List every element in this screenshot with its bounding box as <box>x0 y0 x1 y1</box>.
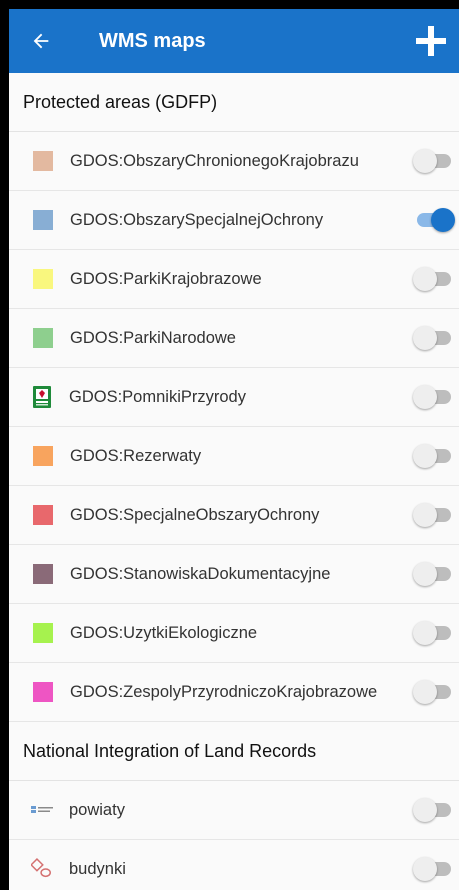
layer-toggle[interactable] <box>413 149 455 173</box>
plus-icon <box>416 26 446 56</box>
screen: WMS maps Protected areas (GDFP) GDOS:Obsz… <box>9 9 459 890</box>
layer-toggle[interactable] <box>413 208 455 232</box>
toggle-knob <box>413 503 437 527</box>
layer-toggle[interactable] <box>413 562 455 586</box>
toggle-knob <box>413 267 437 291</box>
layer-toggle[interactable] <box>413 267 455 291</box>
section-header: National Integration of Land Records <box>9 722 459 781</box>
layer-toggle[interactable] <box>413 503 455 527</box>
app-bar: WMS maps <box>9 9 459 73</box>
layer-row[interactable]: GDOS:UzytkiEkologiczne <box>9 604 459 663</box>
toggle-knob <box>413 326 437 350</box>
layer-color-swatch <box>33 269 53 289</box>
layer-toggle[interactable] <box>413 444 455 468</box>
section-header: Protected areas (GDFP) <box>9 73 459 132</box>
toggle-knob <box>413 562 437 586</box>
layer-row[interactable]: GDOS:ObszaryChronionegoKrajobrazu <box>9 132 459 191</box>
layer-label: GDOS:Rezerwaty <box>70 446 202 465</box>
layer-toggle[interactable] <box>413 385 455 409</box>
layer-label: GDOS:ParkiNarodowe <box>70 328 236 347</box>
layer-color-swatch <box>33 210 53 230</box>
layer-row[interactable]: budynki <box>9 840 459 890</box>
toggle-knob <box>413 680 437 704</box>
layer-toggle[interactable] <box>413 326 455 350</box>
powiaty-logo-icon <box>31 799 53 821</box>
layer-label: GDOS:SpecjalneObszaryOchrony <box>70 505 320 524</box>
layer-label: powiaty <box>69 800 125 819</box>
page-title: WMS maps <box>99 29 206 52</box>
layer-toggle[interactable] <box>413 798 455 822</box>
layer-row[interactable]: GDOS:ZespolyPrzyrodniczoKrajobrazowe <box>9 663 459 722</box>
toggle-knob <box>413 798 437 822</box>
layer-color-swatch <box>33 151 53 171</box>
toggle-knob <box>413 621 437 645</box>
layer-toggle[interactable] <box>413 680 455 704</box>
back-button[interactable] <box>9 9 73 73</box>
layer-list: Protected areas (GDFP) GDOS:ObszaryChroni… <box>9 73 459 890</box>
layer-label: budynki <box>69 859 126 878</box>
layer-label: GDOS:ObszaryChronionegoKrajobrazu <box>70 151 359 170</box>
layer-row[interactable]: GDOS:Rezerwaty <box>9 427 459 486</box>
layer-label: GDOS:UzytkiEkologiczne <box>70 623 258 642</box>
back-arrow-icon <box>33 33 49 49</box>
layer-row[interactable]: GDOS:ObszarySpecjalnejOchrony <box>9 191 459 250</box>
toggle-knob <box>431 208 455 232</box>
layer-color-swatch <box>33 682 53 702</box>
layer-label: GDOS:ParkiKrajobrazowe <box>70 269 262 288</box>
layer-label: GDOS:PomnikiPrzyrody <box>69 387 246 406</box>
layer-color-swatch <box>33 564 53 584</box>
layer-label: GDOS:StanowiskaDokumentacyjne <box>70 564 331 583</box>
layer-toggle[interactable] <box>413 857 455 881</box>
layer-label: GDOS:ZespolyPrzyrodniczoKrajobrazowe <box>70 682 378 701</box>
layer-row[interactable]: powiaty <box>9 781 459 840</box>
green-emblem-icon <box>31 386 53 408</box>
add-button[interactable] <box>403 9 459 73</box>
toggle-knob <box>413 385 437 409</box>
budynki-logo-icon <box>31 858 53 880</box>
layer-row[interactable]: GDOS:PomnikiPrzyrody <box>9 368 459 427</box>
layer-color-swatch <box>33 623 53 643</box>
layer-row[interactable]: GDOS:StanowiskaDokumentacyjne <box>9 545 459 604</box>
layer-color-swatch <box>33 446 53 466</box>
layer-row[interactable]: GDOS:SpecjalneObszaryOchrony <box>9 486 459 545</box>
toggle-knob <box>413 149 437 173</box>
layer-color-swatch <box>33 505 53 525</box>
layer-color-swatch <box>33 328 53 348</box>
layer-label: GDOS:ObszarySpecjalnejOchrony <box>70 210 324 229</box>
layer-toggle[interactable] <box>413 621 455 645</box>
layer-row[interactable]: GDOS:ParkiKrajobrazowe <box>9 250 459 309</box>
layer-row[interactable]: GDOS:ParkiNarodowe <box>9 309 459 368</box>
toggle-knob <box>413 857 437 881</box>
toggle-knob <box>413 444 437 468</box>
